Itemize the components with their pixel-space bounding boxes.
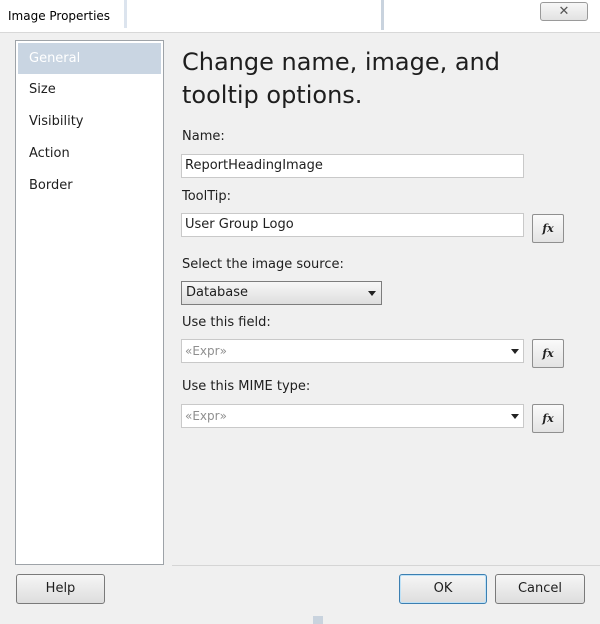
field-label: Use this field:: [182, 315, 271, 330]
sidebar-item-label: Border: [29, 178, 73, 193]
image-source-select[interactable]: Database: [181, 281, 382, 305]
image-source-value: Database: [186, 285, 249, 300]
fx-icon: fx: [542, 222, 554, 235]
tooltip-expression-button[interactable]: fx: [532, 214, 564, 243]
title-divider: [0, 32, 600, 33]
chevron-down-icon: [368, 291, 376, 296]
window-title: Image Properties: [8, 9, 111, 23]
sidebar-item-label: Action: [29, 146, 70, 161]
ok-button[interactable]: OK: [399, 574, 487, 604]
fx-icon: fx: [542, 347, 554, 360]
sidebar-item-general[interactable]: General: [18, 43, 161, 74]
help-button[interactable]: Help: [16, 574, 105, 604]
sidebar-item-label: General: [29, 51, 81, 66]
field-combo[interactable]: «Expr»: [181, 339, 524, 363]
field-expression-button[interactable]: fx: [532, 339, 564, 368]
sidebar-item-action[interactable]: Action: [18, 138, 161, 170]
background-artifact: [381, 0, 384, 30]
tooltip-field[interactable]: User Group Logo: [181, 213, 524, 237]
mime-expression-button[interactable]: fx: [532, 404, 564, 433]
mime-combo[interactable]: «Expr»: [181, 404, 524, 428]
fx-icon: fx: [542, 412, 554, 425]
sidebar-item-label: Visibility: [29, 114, 84, 129]
cancel-button[interactable]: Cancel: [495, 574, 585, 604]
chevron-down-icon[interactable]: [511, 414, 519, 419]
sidebar-item-border[interactable]: Border: [18, 170, 161, 202]
sidebar-item-label: Size: [29, 82, 56, 97]
name-field[interactable]: ReportHeadingImage: [181, 154, 524, 178]
sidebar-item-visibility[interactable]: Visibility: [18, 106, 161, 138]
background-artifact: [313, 616, 323, 624]
image-source-label: Select the image source:: [182, 257, 344, 272]
chevron-down-icon[interactable]: [511, 349, 519, 354]
close-icon: ✕: [558, 4, 570, 19]
category-sidebar: General Size Visibility Action Border: [15, 40, 164, 565]
sidebar-item-size[interactable]: Size: [18, 74, 161, 106]
page-title: Change name, image, and tooltip options.: [182, 48, 500, 109]
background-artifact: [124, 0, 127, 28]
name-label: Name:: [182, 129, 225, 144]
tooltip-label: ToolTip:: [182, 189, 232, 204]
footer-divider: [172, 565, 600, 566]
title-bar: Image Properties ✕: [0, 0, 600, 32]
close-button[interactable]: ✕: [540, 2, 588, 21]
mime-label: Use this MIME type:: [182, 379, 311, 394]
